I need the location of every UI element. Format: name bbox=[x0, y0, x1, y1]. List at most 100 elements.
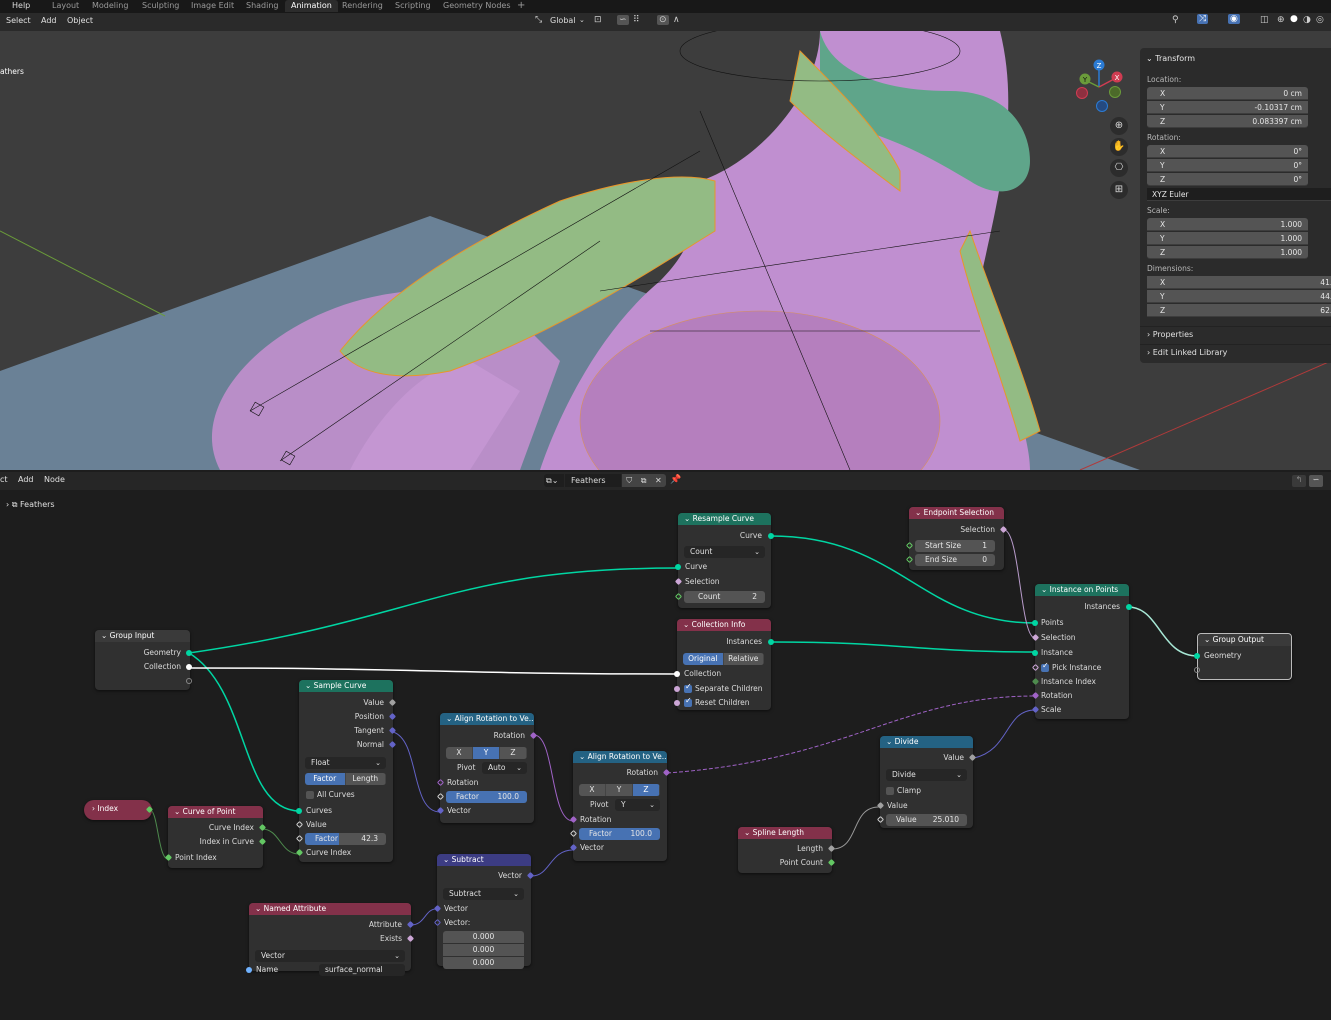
proportional-edit-icon[interactable]: ⊙ bbox=[657, 15, 669, 25]
factor-slider[interactable]: Factor 100.0 bbox=[579, 828, 660, 840]
scale-y-field[interactable]: Y 1.000 bbox=[1147, 232, 1308, 245]
tab-modeling[interactable]: Modeling bbox=[86, 0, 134, 12]
curve-output-socket[interactable] bbox=[768, 533, 774, 539]
node-collection-info[interactable]: ⌄ Collection Info Instances Original Rel… bbox=[674, 619, 774, 710]
collection-output-socket[interactable] bbox=[186, 664, 192, 670]
dimensions-y-field[interactable]: Y 44.7 bbox=[1147, 290, 1331, 303]
mode-factor-button[interactable]: Factor bbox=[305, 773, 346, 785]
points-input-socket[interactable] bbox=[1032, 620, 1038, 626]
axis-z-button[interactable]: Z bbox=[633, 784, 660, 796]
tab-rendering[interactable]: Rendering bbox=[336, 0, 389, 12]
factor-slider[interactable]: Factor 100.0 bbox=[446, 791, 527, 803]
geometry-input-socket[interactable] bbox=[1194, 653, 1200, 659]
axis-x-button[interactable]: X bbox=[446, 747, 473, 759]
camera-icon[interactable]: ⎔ bbox=[1110, 159, 1128, 177]
pan-hand-icon[interactable]: ✋ bbox=[1110, 138, 1128, 156]
menu-node[interactable]: Node bbox=[44, 475, 65, 484]
menu-select[interactable]: ct bbox=[0, 475, 8, 484]
rotation-x-field[interactable]: X 0° bbox=[1147, 145, 1308, 158]
vector-y-field[interactable]: 0.000 bbox=[443, 944, 524, 956]
curves-input-socket[interactable] bbox=[296, 808, 302, 814]
solid-shading-icon[interactable]: ● bbox=[1290, 14, 1298, 24]
axis-z-button[interactable]: Z bbox=[500, 747, 527, 759]
node-index[interactable]: › Index bbox=[84, 800, 154, 820]
reset-children-checkbox[interactable] bbox=[684, 696, 692, 707]
snap-grid-icon[interactable]: ⠿ bbox=[633, 15, 640, 25]
tab-geometry-nodes[interactable]: Geometry Nodes bbox=[437, 0, 516, 12]
location-z-field[interactable]: Z 0.083397 cm bbox=[1147, 115, 1308, 128]
edit-linked-library-section[interactable]: › Edit Linked Library bbox=[1140, 344, 1331, 360]
zoom-icon[interactable]: ⊕ bbox=[1110, 117, 1128, 135]
pin-icon[interactable]: 📌 bbox=[670, 475, 681, 485]
separate-children-input-socket[interactable] bbox=[674, 686, 680, 692]
visibility-icon[interactable]: ⚲ bbox=[1172, 15, 1179, 25]
snap-icon[interactable]: ∽ bbox=[1309, 475, 1323, 487]
node-instance-on-points[interactable]: ⌄ Instance on Points Instances Points Se… bbox=[1031, 584, 1132, 719]
empty-output-socket[interactable] bbox=[186, 678, 192, 684]
close-icon[interactable]: ✕ bbox=[655, 474, 662, 487]
falloff-icon[interactable]: ∧ bbox=[673, 15, 680, 25]
node-resample-curve[interactable]: ⌄ Resample Curve Curve Count ⌄ Curve Sele… bbox=[674, 513, 774, 608]
node-curve-of-point[interactable]: ⌄ Curve of Point Curve Index Index in Cu… bbox=[164, 806, 267, 868]
node-group-input[interactable]: ⌄ Group Input Geometry Collection bbox=[95, 630, 192, 690]
navigation-gizmo[interactable]: Z X Y bbox=[1074, 55, 1124, 115]
original-button[interactable]: Original bbox=[683, 653, 724, 665]
fake-user-shield-icon[interactable]: ⛉ bbox=[626, 474, 632, 487]
axis-y-button[interactable]: Y bbox=[473, 747, 500, 759]
wireframe-shading-icon[interactable]: ⊕ bbox=[1277, 15, 1285, 25]
node-endpoint-selection[interactable]: ⌄ Endpoint Selection Selection Start Siz… bbox=[905, 507, 1008, 570]
overlay-toggle-icon[interactable]: ◉ bbox=[1228, 14, 1240, 24]
reset-children-input-socket[interactable] bbox=[674, 700, 680, 706]
dimensions-x-field[interactable]: X 41.3 bbox=[1147, 276, 1331, 289]
mode-length-button[interactable]: Length bbox=[345, 773, 386, 785]
menu-add[interactable]: Add bbox=[41, 16, 57, 25]
node-group-browse-icon[interactable]: ⧉⌄ bbox=[544, 474, 564, 487]
add-workspace-button[interactable]: + bbox=[511, 0, 531, 12]
scale-x-field[interactable]: X 1.000 bbox=[1147, 218, 1308, 231]
material-shading-icon[interactable]: ◑ bbox=[1303, 15, 1311, 25]
menu-add[interactable]: Add bbox=[18, 475, 34, 484]
rendered-shading-icon[interactable]: ◎ bbox=[1316, 15, 1324, 25]
node-divide[interactable]: ⌄ Divide Value Divide ⌄ Clamp Value Value… bbox=[876, 736, 977, 828]
rotation-y-field[interactable]: Y 0° bbox=[1147, 159, 1308, 172]
dimensions-z-field[interactable]: Z 62.6 bbox=[1147, 304, 1331, 317]
pivot-dropdown[interactable]: Auto ⌄ bbox=[482, 762, 527, 774]
count-field[interactable]: Count 2 bbox=[684, 591, 765, 603]
gizmo-toggle-icon[interactable]: ⤨ bbox=[1197, 14, 1209, 24]
tab-sculpting[interactable]: Sculpting bbox=[136, 0, 185, 12]
node-editor-canvas[interactable]: › ⧉ Feathers ⌄ Group Input Geometry Coll… bbox=[0, 490, 1331, 1020]
relative-button[interactable]: Relative bbox=[723, 653, 764, 665]
data-type-dropdown[interactable]: Float ⌄ bbox=[305, 757, 386, 769]
node-group-name-field[interactable]: Feathers bbox=[565, 474, 621, 487]
node-align-rotation-2[interactable]: ⌄ Align Rotation to Ve... Rotation X Y Z… bbox=[569, 751, 671, 861]
collection-input-socket[interactable] bbox=[674, 671, 680, 677]
duplicate-icon[interactable]: ⧉ bbox=[641, 474, 647, 487]
all-curves-checkbox[interactable] bbox=[306, 791, 314, 799]
location-x-field[interactable]: X 0 cm bbox=[1147, 87, 1308, 100]
menu-help[interactable]: Help bbox=[6, 0, 36, 12]
tab-layout[interactable]: Layout bbox=[46, 0, 85, 12]
menu-object[interactable]: Object bbox=[67, 16, 93, 25]
node-align-rotation-1[interactable]: ⌄ Align Rotation to Ve... Rotation X Y Z… bbox=[436, 713, 538, 823]
node-group-output[interactable]: ⌄ Group Output Geometry bbox=[1194, 633, 1292, 680]
end-size-field[interactable]: End Size 0 bbox=[915, 554, 995, 566]
vector-z-field[interactable]: 0.000 bbox=[443, 957, 524, 969]
snap-icon[interactable]: ∽ bbox=[617, 15, 629, 25]
transform-section-header[interactable]: ⌄ Transform bbox=[1146, 54, 1195, 63]
start-size-field[interactable]: Start Size 1 bbox=[915, 540, 995, 552]
menu-select[interactable]: Select bbox=[6, 16, 31, 25]
pivot-icon[interactable]: ⊡ bbox=[594, 15, 602, 25]
node-sample-curve[interactable]: ⌄ Sample Curve Value Position Tangent No… bbox=[295, 680, 397, 862]
tab-shading[interactable]: Shading bbox=[240, 0, 285, 12]
value-field[interactable]: Value 25.010 bbox=[886, 814, 967, 826]
tab-image-edit[interactable]: Image Edit bbox=[185, 0, 240, 12]
axis-x-button[interactable]: X bbox=[579, 784, 606, 796]
instance-input-socket[interactable] bbox=[1032, 650, 1038, 656]
tab-scripting[interactable]: Scripting bbox=[389, 0, 437, 12]
operation-dropdown[interactable]: Subtract ⌄ bbox=[443, 888, 524, 900]
pick-instance-checkbox[interactable] bbox=[1041, 661, 1049, 672]
attribute-name-input[interactable]: surface_normal bbox=[319, 964, 405, 976]
curve-input-socket[interactable] bbox=[675, 564, 681, 570]
tab-animation[interactable]: Animation bbox=[285, 0, 338, 12]
transform-orientation-dropdown[interactable]: ⤡ Global ⌄ bbox=[535, 15, 585, 28]
